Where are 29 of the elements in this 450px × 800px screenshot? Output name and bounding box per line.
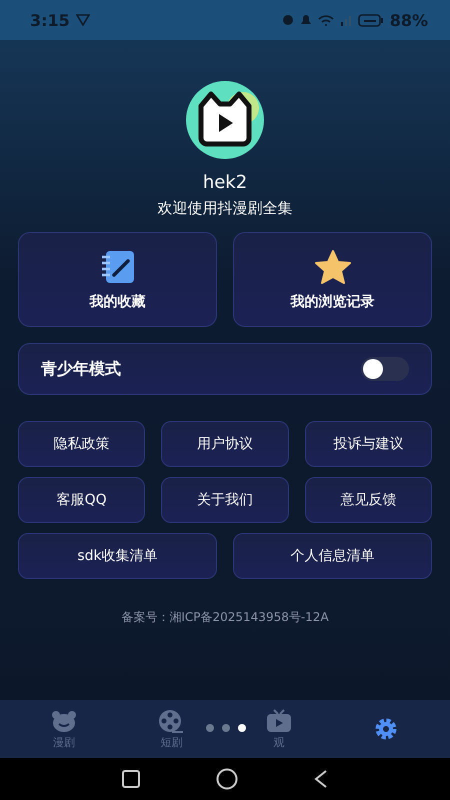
tv-icon (266, 708, 292, 732)
welcome-text: 欢迎使用抖漫剧全集 (158, 199, 292, 218)
wifi-icon (318, 14, 334, 26)
menu-link-button[interactable]: 隐私政策 (18, 421, 146, 467)
status-time: 3:15 (30, 10, 70, 30)
back-icon[interactable] (314, 770, 328, 788)
menu-link-button[interactable]: sdk收集清单 (18, 533, 217, 579)
battery-level: 88% (390, 10, 428, 30)
battery-icon (358, 14, 384, 26)
notebook-pen-icon (100, 248, 136, 284)
shortcut-card[interactable]: 我的收藏 (18, 232, 217, 327)
teen-mode-label: 青少年模式 (41, 358, 121, 380)
menu-link-button[interactable]: 投诉与建议 (304, 421, 432, 467)
shortcut-card[interactable]: 我的浏览记录 (233, 232, 432, 327)
icp-text: 备案号：湘ICP备2025143958号-12A (121, 609, 329, 626)
menu-link-button[interactable]: 意见反馈 (304, 477, 432, 523)
recents-icon[interactable] (122, 770, 140, 788)
menu-link-button[interactable]: 关于我们 (161, 477, 289, 523)
teen-mode-toggle[interactable] (361, 357, 409, 381)
star-icon (314, 248, 352, 284)
bear-face-icon (50, 708, 77, 732)
user-name: hek2 (202, 172, 248, 193)
menu-link-button[interactable]: 客服QQ (18, 477, 146, 523)
menu-link-button[interactable]: 个人信息清单 (233, 533, 432, 579)
signal-icon (340, 14, 352, 26)
menu-link-button[interactable]: 用户协议 (161, 421, 289, 467)
settings-icon (373, 717, 400, 741)
home-icon[interactable] (216, 768, 238, 790)
film-reel-icon (158, 708, 184, 732)
